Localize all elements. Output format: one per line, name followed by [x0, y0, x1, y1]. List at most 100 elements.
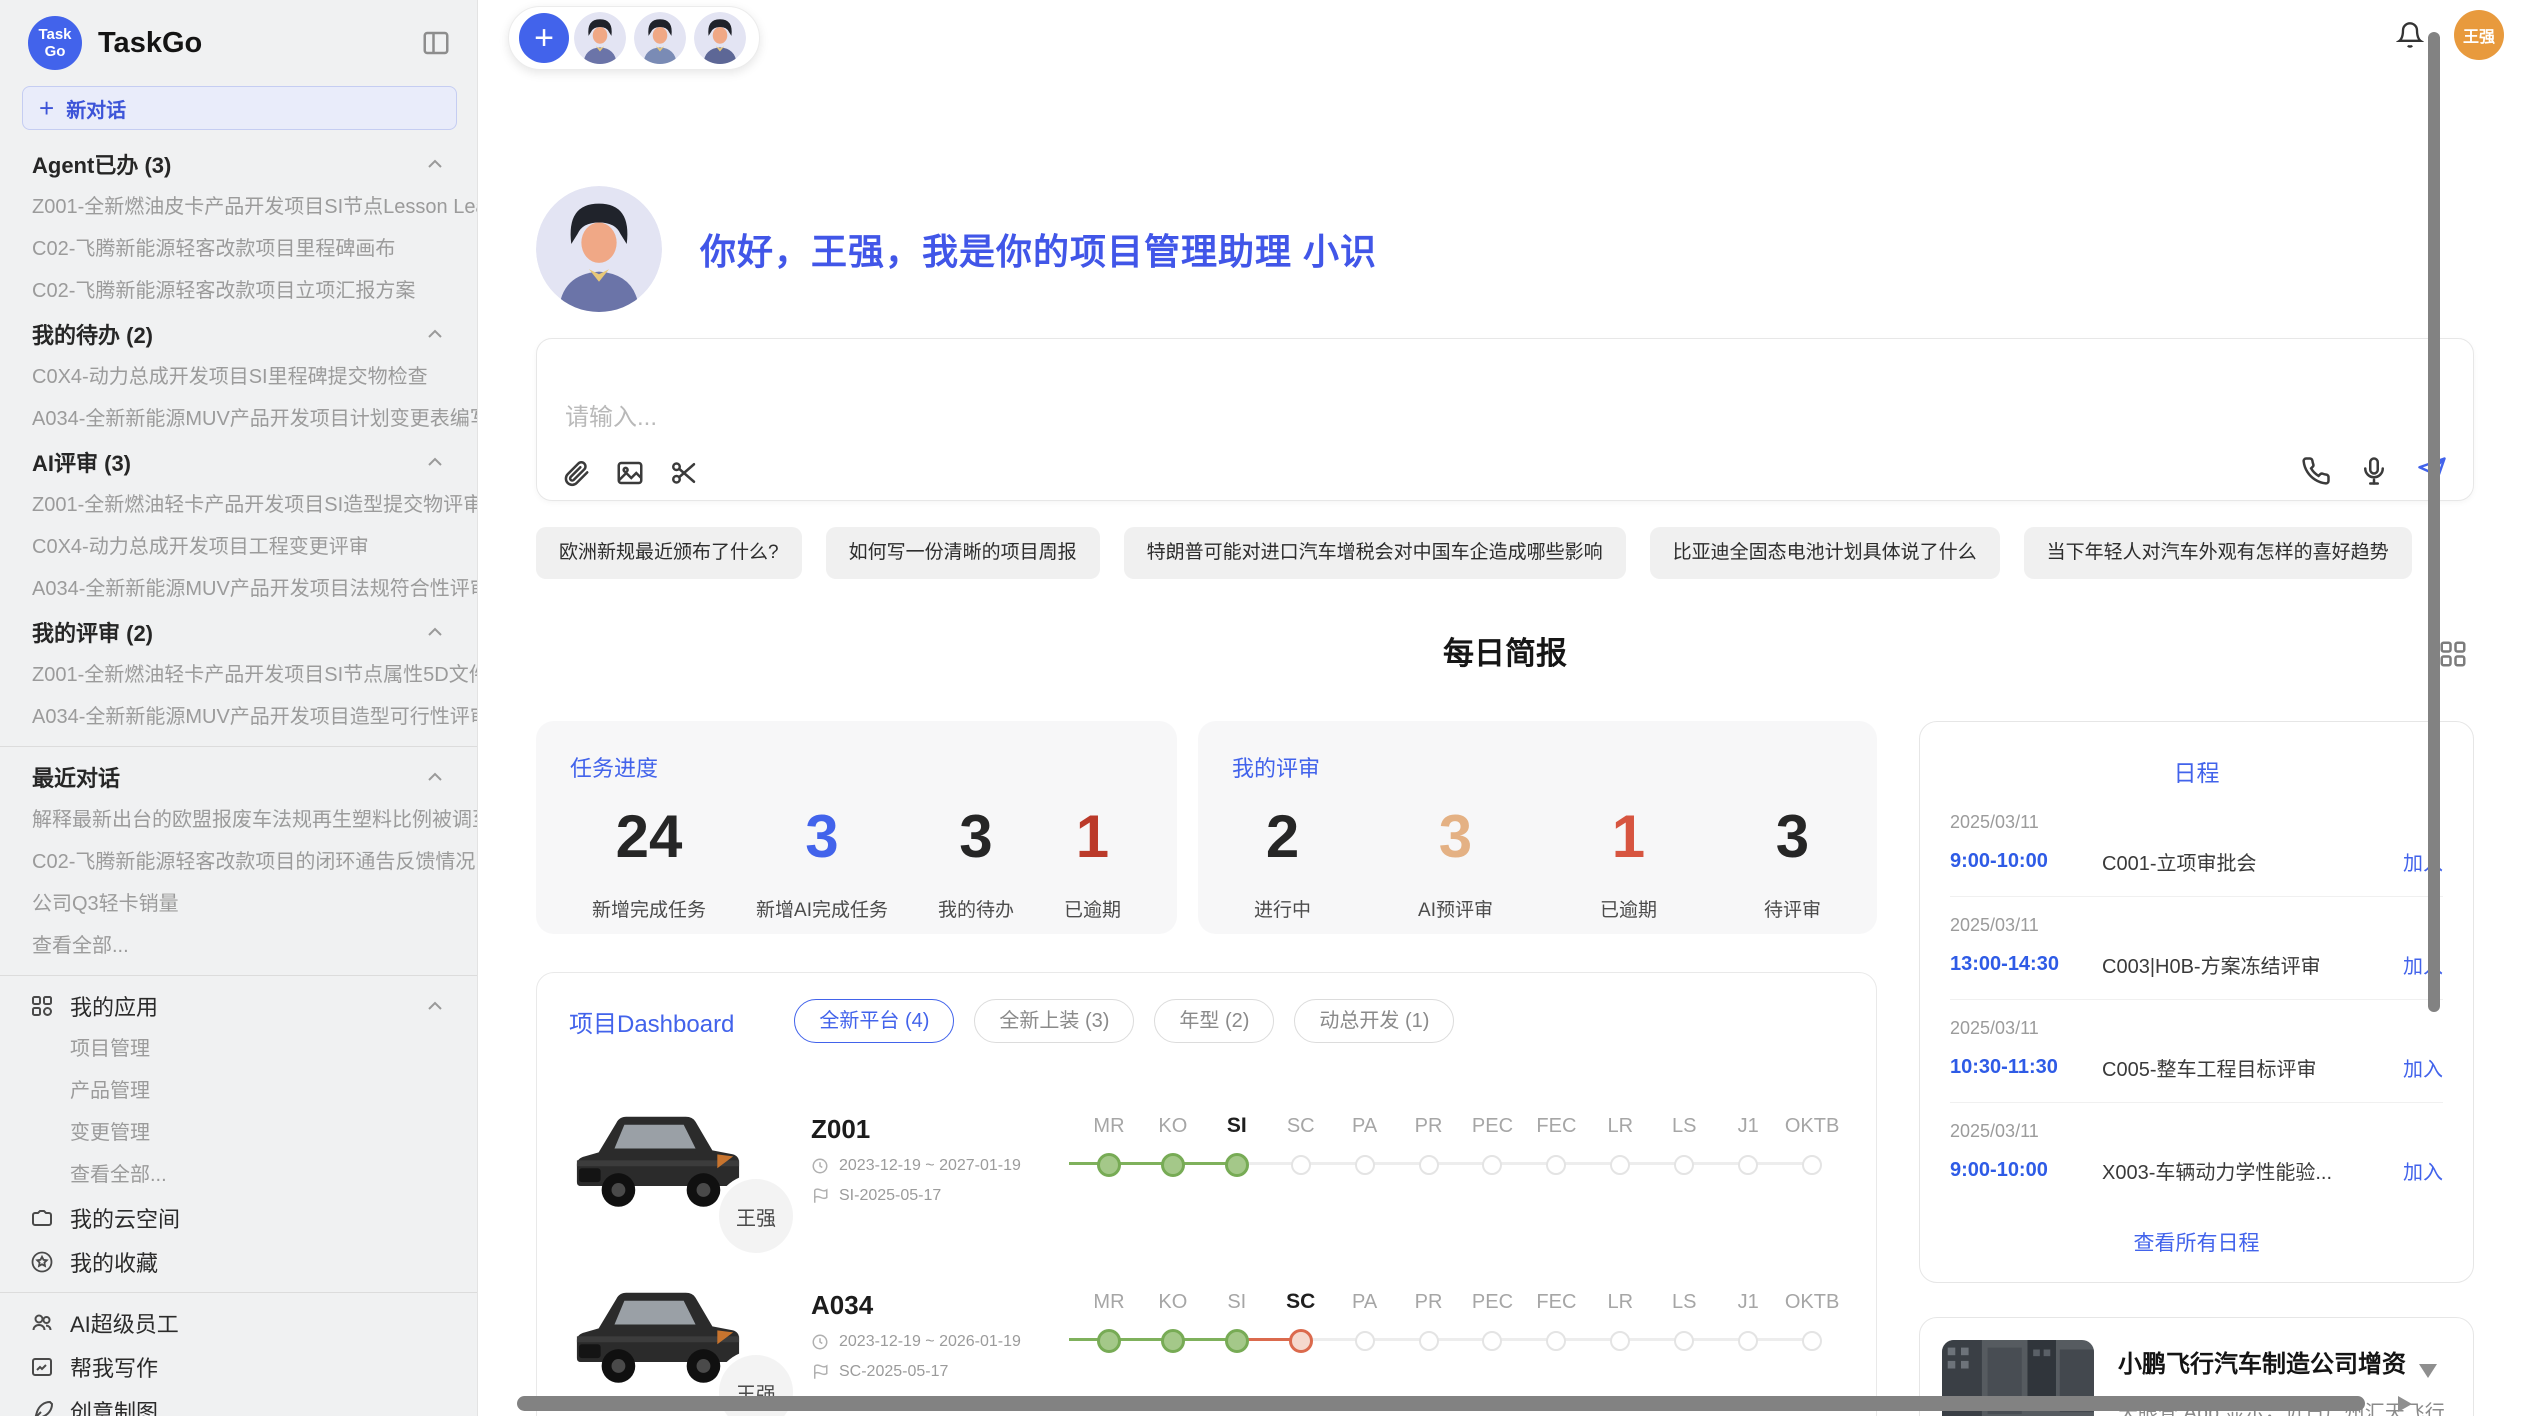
scroll-down-arrow[interactable] — [2419, 1364, 2437, 1378]
project-flag-text: SC-2025-05-17 — [839, 1363, 948, 1381]
sidebar-app-item[interactable]: 变更管理 — [0, 1112, 477, 1154]
left-column: 任务进度24新增完成任务3新增AI完成任务3我的待办1已逾期我的评审2进行中3A… — [536, 721, 1877, 1416]
milestone-stage: LR — [1588, 1287, 1652, 1383]
suggestion-chip[interactable]: 当下年轻人对汽车外观有怎样的喜好趋势 — [2024, 527, 2412, 579]
chat-input[interactable] — [563, 403, 1767, 433]
milestone-label: PEC — [1472, 1111, 1513, 1145]
briefing-card: 我的评审2进行中3AI预评审1已逾期3待评审 — [1198, 721, 1877, 934]
sidebar-app-item[interactable]: 产品管理 — [0, 1070, 477, 1112]
sidebar-section-header[interactable]: AI评审 (3) — [0, 440, 477, 484]
join-link[interactable]: 加入 — [2403, 1053, 2443, 1082]
sidebar-view-all-link[interactable]: 查看全部... — [0, 1154, 477, 1196]
composer — [536, 338, 2474, 501]
add-agent-button[interactable]: + — [519, 13, 569, 63]
sidebar-section-header[interactable]: 我的评审 (2) — [0, 610, 477, 654]
microphone-icon[interactable] — [2359, 456, 2389, 486]
project-row[interactable]: 王强Z0012023-12-19 ~ 2027-01-19SI-2025-05-… — [569, 1099, 1844, 1219]
sidebar-item[interactable]: Z001-全新燃油皮卡产品开发项目SI节点Lesson Learn报告 — [0, 186, 477, 228]
dashboard-tab[interactable]: 全新上装 (3) — [974, 999, 1134, 1043]
sidebar-item[interactable]: Z001-全新燃油轻卡产品开发项目SI造型提交物评审 — [0, 484, 477, 526]
new-chat-button[interactable]: + 新对话 — [22, 86, 457, 130]
dashboard-tabs: 全新平台 (4) 全新上装 (3) 年型 (2) 动总开发 (1) — [794, 999, 1454, 1043]
milestone-stage: J1 — [1716, 1111, 1780, 1207]
sidebar-item-favorites[interactable]: 我的收藏 — [0, 1240, 477, 1284]
agent-avatar[interactable] — [571, 9, 629, 67]
collapse-sidebar-icon[interactable] — [421, 28, 451, 58]
sidebar-app-item[interactable]: 项目管理 — [0, 1028, 477, 1070]
briefing-card: 任务进度24新增完成任务3新增AI完成任务3我的待办1已逾期 — [536, 721, 1177, 934]
schedule-date: 2025/03/11 — [1950, 1121, 2443, 1142]
user-avatar[interactable]: 王强 — [2454, 10, 2504, 60]
stat-value: 1 — [1612, 805, 1645, 869]
dashboard-tab[interactable]: 年型 (2) — [1154, 999, 1274, 1043]
sidebar-item[interactable]: A034-全新新能源MUV产品开发项目法规符合性评审 — [0, 568, 477, 610]
milestone-dot-zone — [1205, 1145, 1269, 1185]
sidebar-view-all-link[interactable]: 查看全部... — [0, 925, 477, 967]
sidebar-section-header[interactable]: Agent已办 (3) — [0, 142, 477, 186]
sidebar-item[interactable]: C02-飞腾新能源轻客改款项目里程碑画布 — [0, 228, 477, 270]
agent-avatar[interactable] — [691, 9, 749, 67]
image-icon[interactable] — [615, 458, 645, 488]
schedule-time: 9:00-10:00 — [1950, 1159, 2102, 1182]
star-circle-icon — [30, 1250, 54, 1274]
milestone-label: PEC — [1472, 1287, 1513, 1321]
project-row[interactable]: 王强A0342023-12-19 ~ 2026-01-19SC-2025-05-… — [569, 1275, 1844, 1395]
milestone-dot — [1161, 1153, 1185, 1177]
greeting-row: 你好，王强，我是你的项目管理助理 小识 — [536, 186, 2474, 312]
sidebar-item-my-apps[interactable]: 我的应用 — [0, 984, 477, 1028]
scissors-icon[interactable] — [669, 458, 699, 488]
suggestion-chip[interactable]: 特朗普可能对进口汽车增税会对中国车企造成哪些影响 — [1124, 527, 1626, 579]
sidebar-item[interactable]: C02-飞腾新能源轻客改款项目立项汇报方案 — [0, 270, 477, 312]
horizontal-scrollbar[interactable] — [517, 1396, 2365, 1411]
milestone-dot-zone — [1716, 1321, 1780, 1361]
stat-item: 1已逾期 — [1064, 805, 1121, 922]
milestone-dot-zone — [1652, 1145, 1716, 1185]
agent-avatar[interactable] — [631, 9, 689, 67]
content: 你好，王强，我是你的项目管理助理 小识 — [478, 186, 2532, 1416]
chevron-up-icon — [423, 765, 447, 789]
apps-grid-icon — [30, 994, 54, 1018]
suggestion-chip[interactable]: 如何写一份清晰的项目周报 — [826, 527, 1100, 579]
sidebar-item-help-write[interactable]: 帮我写作 — [0, 1345, 477, 1389]
right-column: 日程 2025/03/119:00-10:00C001-立项审批会加入2025/… — [1919, 721, 2474, 1416]
sidebar-item[interactable]: C02-飞腾新能源轻客改款项目的闭环通告反馈情况 — [0, 841, 477, 883]
schedule-name: C003|H0B-方案冻结评审 — [2102, 950, 2403, 979]
owner-avatar: 王强 — [719, 1179, 793, 1253]
briefing-cards: 任务进度24新增完成任务3新增AI完成任务3我的待办1已逾期我的评审2进行中3A… — [536, 721, 1877, 934]
sidebar-item[interactable]: 公司Q3轻卡销量 — [0, 883, 477, 925]
sidebar-item[interactable]: C0X4-动力总成开发项目工程变更评审 — [0, 526, 477, 568]
sidebar-item[interactable]: A034-全新新能源MUV产品开发项目计划变更表编写 — [0, 398, 477, 440]
sidebar-item[interactable]: 解释最新出台的欧盟报废车法规再生塑料比例被调至15%... — [0, 799, 477, 841]
sidebar-item[interactable]: A034-全新新能源MUV产品开发项目造型可行性评审 — [0, 696, 477, 738]
sidebar-item-cloud-space[interactable]: 我的云空间 — [0, 1196, 477, 1240]
sidebar-item-ai-staff[interactable]: AI超级员工 — [0, 1301, 477, 1345]
suggestion-chip[interactable]: 欧洲新规最近颁布了什么? — [536, 527, 802, 579]
scroll-right-arrow[interactable] — [2398, 1396, 2412, 1412]
sidebar-item[interactable]: Z001-全新燃油轻卡产品开发项目SI节点属性5D文件评审 — [0, 654, 477, 696]
sidebar-item-creative-draw[interactable]: 创意制图 — [0, 1389, 477, 1416]
attachment-icon[interactable] — [561, 458, 591, 488]
milestone-dot — [1419, 1155, 1439, 1175]
view-all-schedule-link[interactable]: 查看所有日程 — [1950, 1227, 2443, 1257]
vertical-scrollbar[interactable] — [2428, 32, 2440, 1012]
sidebar-section-header[interactable]: 我的待办 (2) — [0, 312, 477, 356]
chevron-up-icon — [423, 620, 447, 644]
layout-grid-icon[interactable] — [2438, 639, 2468, 669]
quick-agents-pill: + — [508, 6, 760, 70]
my-apps-label: 我的应用 — [70, 990, 407, 1022]
project-list: 王强Z0012023-12-19 ~ 2027-01-19SI-2025-05-… — [569, 1099, 1844, 1395]
dashboard-tab[interactable]: 动总开发 (1) — [1294, 999, 1454, 1043]
join-link[interactable]: 加入 — [2403, 1156, 2443, 1185]
suggestion-chip[interactable]: 比亚迪全固态电池计划具体说了什么 — [1650, 527, 2000, 579]
sidebar-section-header[interactable]: 最近对话 — [0, 755, 477, 799]
dashboard-tab[interactable]: 全新平台 (4) — [794, 999, 954, 1043]
milestone-dot-zone — [1652, 1321, 1716, 1361]
phone-icon[interactable] — [2301, 456, 2331, 486]
milestone-dot-zone — [1780, 1145, 1844, 1185]
sidebar-item[interactable]: C0X4-动力总成开发项目SI里程碑提交物检查 — [0, 356, 477, 398]
notification-bell-icon[interactable] — [2396, 21, 2424, 49]
project-dates: 2023-12-19 ~ 2027-01-19 — [811, 1157, 1059, 1175]
milestone-stage: PEC — [1461, 1287, 1525, 1383]
truck-image: 王强 — [569, 1099, 747, 1219]
milestone-label: OKTB — [1785, 1111, 1839, 1145]
